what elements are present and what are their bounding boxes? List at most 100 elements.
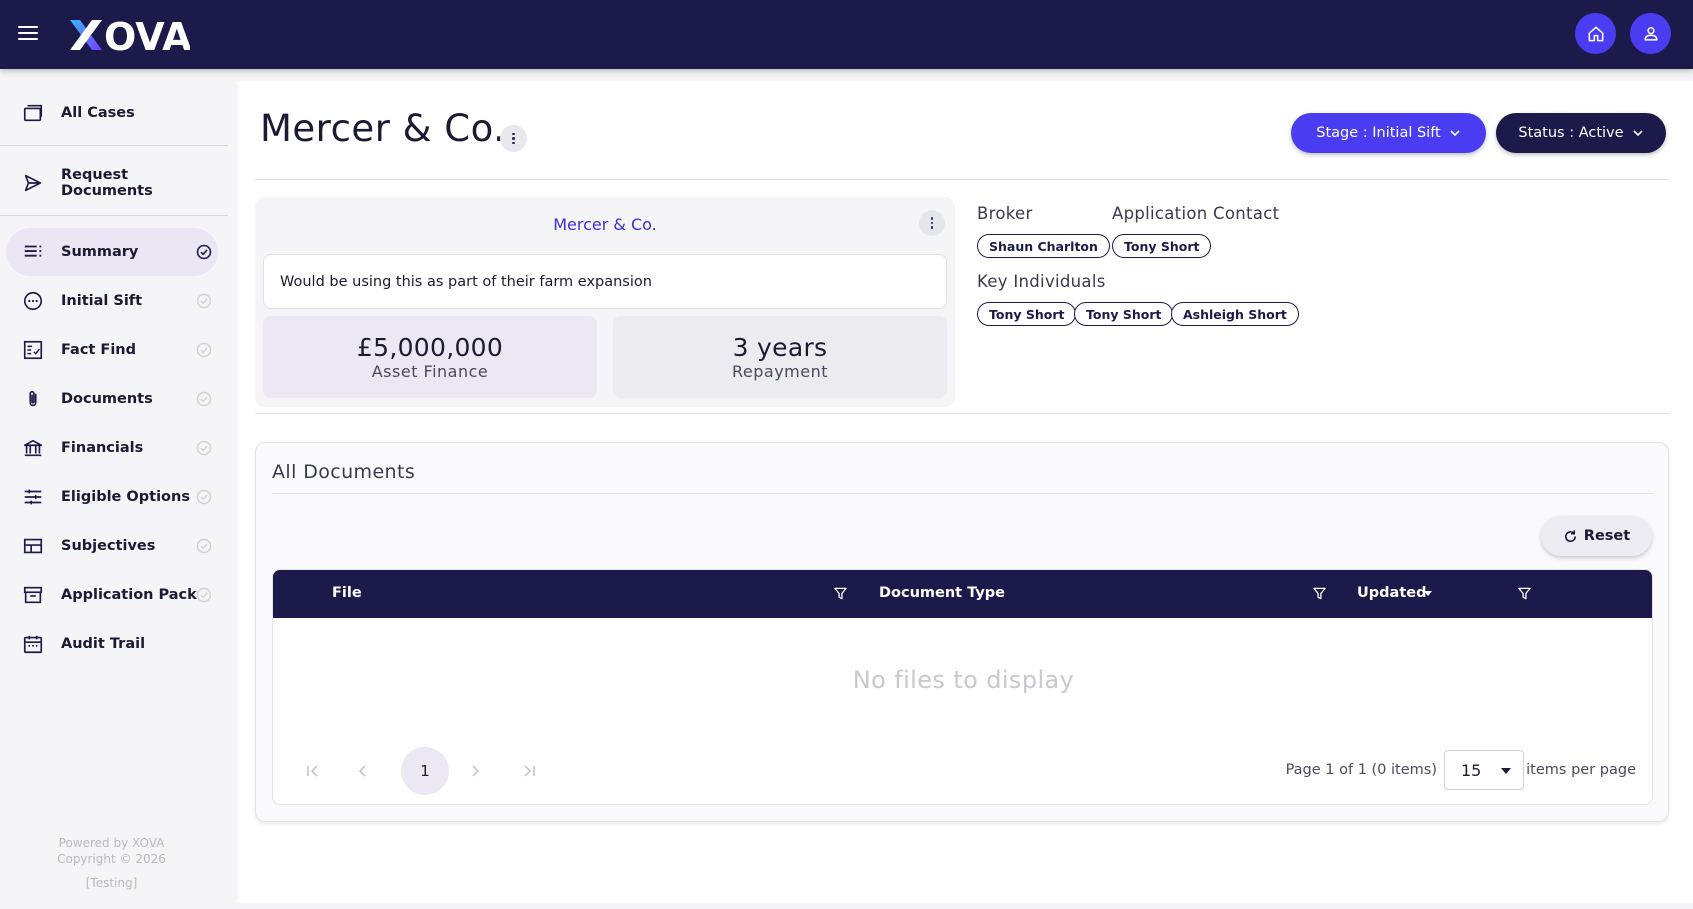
copyright-text: Copyright © 2026 <box>57 852 166 866</box>
page-title: Mercer & Co. <box>260 107 506 150</box>
pending-check-icon <box>196 587 212 603</box>
items-per-page-select[interactable]: 15 <box>1444 750 1524 790</box>
section-divider <box>255 413 1669 414</box>
paperclip-icon <box>22 388 44 410</box>
hamburger-menu-icon[interactable] <box>18 22 44 46</box>
sidebar-item-subjectives[interactable]: Subjectives <box>6 522 218 570</box>
sidebar-item-label: Initial Sift <box>61 293 143 309</box>
sidebar-item-eligible-options[interactable]: Eligible Options <box>6 473 218 521</box>
key-individual-chip[interactable]: Tony Short <box>1074 302 1174 326</box>
chevron-right-icon <box>472 765 480 777</box>
chevron-down-icon <box>1450 130 1460 137</box>
send-icon <box>22 172 44 194</box>
stage-button-label: Stage : Initial Sift <box>1316 125 1441 141</box>
sidebar-item-application-pack[interactable]: Application Pack <box>6 571 218 619</box>
application-contact-chip[interactable]: Tony Short <box>1112 234 1212 258</box>
first-page-icon <box>307 765 318 777</box>
top-bar: OVA <box>0 0 1693 69</box>
sidebar-item-documents[interactable]: Documents <box>6 375 218 423</box>
term-stat: 3 years Repayment <box>613 316 947 398</box>
amount-value: £5,000,000 <box>356 333 504 362</box>
term-value: 3 years <box>732 333 828 362</box>
refresh-icon <box>1564 529 1576 542</box>
home-icon <box>1588 26 1603 41</box>
column-header-document-type[interactable]: Document Type <box>879 585 1005 601</box>
sidebar-item-label: Request Documents <box>61 167 153 199</box>
amount-stat: £5,000,000 Asset Finance <box>263 316 597 398</box>
status-dropdown-button[interactable]: Status : Active <box>1496 113 1666 153</box>
pending-check-icon <box>196 489 212 505</box>
sidebar-divider <box>0 215 228 216</box>
items-per-page-value: 15 <box>1461 760 1482 780</box>
main-panel: Mercer & Co. Stage : Initial Sift Status… <box>238 81 1693 903</box>
card-more-options-button[interactable] <box>919 210 945 236</box>
archive-box-icon <box>22 584 44 606</box>
key-individual-chip[interactable]: Ashleigh Short <box>1171 302 1299 326</box>
user-profile-button[interactable] <box>1630 13 1671 54</box>
sidebar-item-request-documents[interactable]: Request Documents <box>6 159 218 207</box>
filter-icon[interactable] <box>833 586 848 601</box>
documents-title: All Documents <box>272 461 416 483</box>
sidebar-item-fact-find[interactable]: Fact Find <box>6 326 218 374</box>
filter-icon[interactable] <box>1312 586 1327 601</box>
sidebar-divider <box>0 145 228 146</box>
title-more-options-button[interactable] <box>500 125 527 152</box>
sidebar-item-label: Fact Find <box>61 342 136 358</box>
page-number-button[interactable]: 1 <box>401 747 449 795</box>
column-header-updated[interactable]: Updated <box>1357 585 1426 601</box>
sidebar-item-audit-trail[interactable]: Audit Trail <box>6 620 218 668</box>
items-per-page-label: items per page <box>1526 762 1636 778</box>
xova-logo[interactable]: OVA <box>68 12 192 59</box>
card-title: Mercer & Co. <box>553 215 657 234</box>
dots-circle-icon <box>22 290 44 312</box>
last-page-button[interactable] <box>505 747 553 795</box>
sidebar-item-all-cases[interactable]: All Cases <box>6 89 218 137</box>
more-vert-icon <box>512 132 515 145</box>
logo-graphic: OVA <box>70 15 192 59</box>
documents-divider <box>272 493 1653 494</box>
all-documents-card: All Documents Reset File Document Type U… <box>255 442 1669 822</box>
sidebar: All Cases Request Documents Summary Init… <box>0 69 238 909</box>
page-info-text: Page 1 of 1 (0 items) <box>1285 762 1437 778</box>
summary-card: Mercer & Co. Would be using this as part… <box>255 197 955 407</box>
header-divider <box>255 179 1669 180</box>
pending-check-icon <box>196 440 212 456</box>
powered-by-text: Powered by XOVA <box>58 836 165 850</box>
amount-label: Asset Finance <box>371 362 489 381</box>
summary-list-icon <box>22 241 44 263</box>
chevron-left-icon <box>358 765 366 777</box>
sidebar-item-summary[interactable]: Summary <box>6 228 218 276</box>
reset-button[interactable]: Reset <box>1541 516 1652 556</box>
caret-down-icon <box>1501 768 1511 774</box>
broker-chip[interactable]: Shaun Charlton <box>977 234 1110 258</box>
pending-check-icon <box>196 293 212 309</box>
filter-icon[interactable] <box>1517 586 1532 601</box>
broker-label: Broker <box>977 204 1033 223</box>
next-page-button[interactable] <box>451 747 499 795</box>
calendar-icon <box>22 633 44 655</box>
sidebar-item-label: Subjectives <box>61 538 156 554</box>
sidebar-item-label: Application Pack <box>61 587 197 603</box>
sidebar-item-label: Documents <box>61 391 153 407</box>
key-individual-chip[interactable]: Tony Short <box>977 302 1077 326</box>
status-button-label: Status : Active <box>1518 125 1624 141</box>
sidebar-item-initial-sift[interactable]: Initial Sift <box>6 277 218 325</box>
home-button[interactable] <box>1575 13 1616 54</box>
stage-dropdown-button[interactable]: Stage : Initial Sift <box>1291 113 1486 153</box>
first-page-button[interactable] <box>289 747 337 795</box>
documents-table: File Document Type Updated No files to d… <box>272 569 1653 805</box>
previous-page-button[interactable] <box>339 747 387 795</box>
empty-state-message: No files to display <box>852 666 1075 694</box>
pending-check-icon <box>196 391 212 407</box>
logo-text: OVA <box>104 15 190 56</box>
bank-icon <box>22 437 44 459</box>
column-header-file[interactable]: File <box>332 585 362 601</box>
application-contact-label: Application Contact <box>1112 204 1280 223</box>
last-page-icon <box>524 765 535 777</box>
sidebar-item-label: All Cases <box>61 105 135 121</box>
cases-icon <box>22 102 44 124</box>
sort-desc-icon[interactable] <box>1423 590 1433 598</box>
chevron-down-icon <box>1633 130 1643 137</box>
sidebar-item-financials[interactable]: Financials <box>6 424 218 472</box>
case-description: Would be using this as part of their far… <box>263 254 947 309</box>
